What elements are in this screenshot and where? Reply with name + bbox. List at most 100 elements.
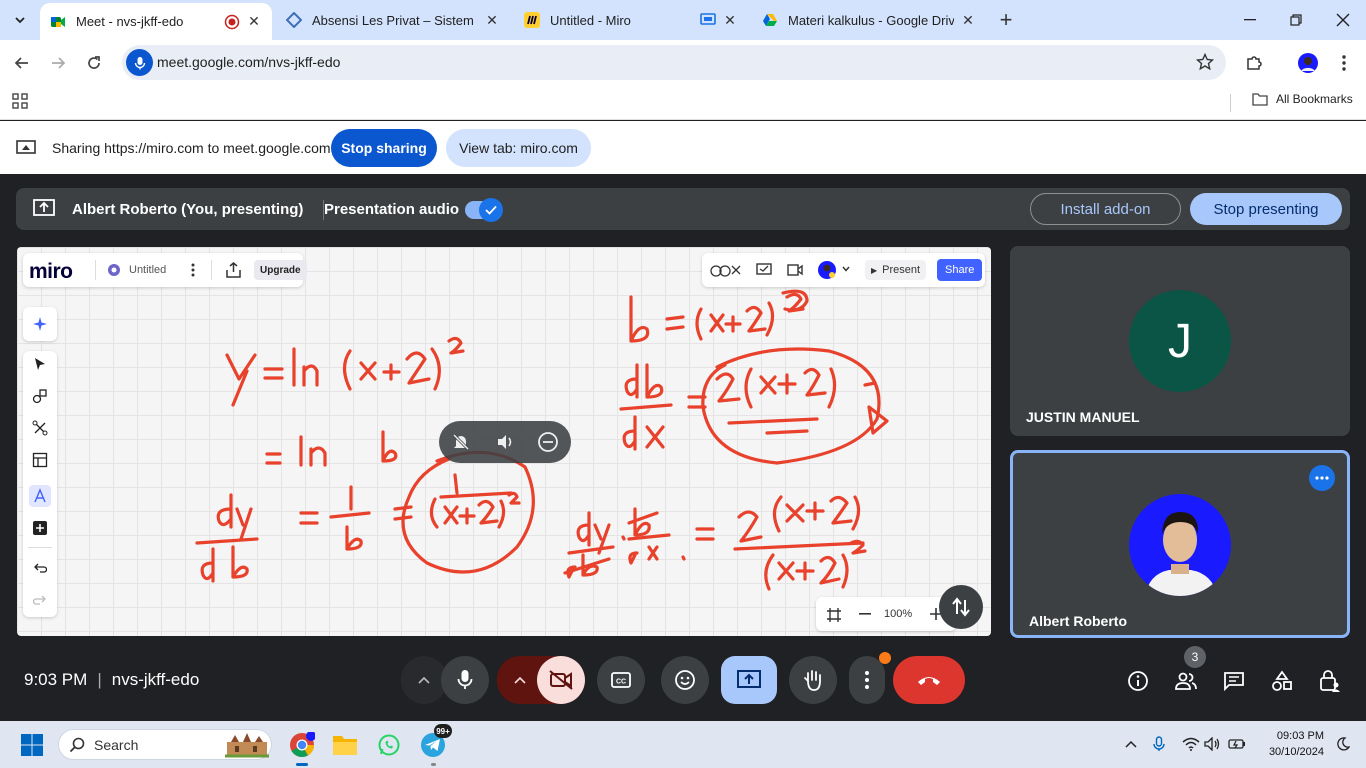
presentation-audio-label: Presentation audio [324, 201, 460, 218]
address-bar[interactable]: meet.google.com/nvs-jkff-edo [122, 45, 1226, 80]
chrome-menu-button[interactable] [1332, 51, 1356, 75]
volume-button[interactable] [1204, 735, 1222, 753]
participant-count-badge: 3 [1184, 646, 1206, 668]
view-tab-button[interactable]: View tab: miro.com [446, 129, 591, 167]
show-hidden-icons-button[interactable] [1122, 735, 1140, 753]
recording-icon [224, 14, 240, 29]
volume-button[interactable] [493, 430, 517, 454]
taskbar-search[interactable]: Search [58, 729, 272, 760]
chrome-taskbar-app[interactable] [286, 729, 318, 766]
hand-icon [804, 670, 821, 691]
microphone-in-use-indicator[interactable] [1150, 735, 1168, 753]
forward-button[interactable] [46, 51, 70, 75]
zoom-level[interactable]: 100% [884, 608, 912, 620]
shared-miro-board: miro Untitled Upgrade ▶ Present Share 10… [17, 247, 991, 636]
profile-button[interactable] [1296, 51, 1320, 75]
participant-tile-justin[interactable]: J JUSTIN MANUEL [1010, 246, 1350, 436]
svg-text:CC: CC [616, 679, 626, 686]
present-now-button[interactable] [721, 656, 777, 704]
close-tab-icon[interactable]: ✕ [722, 12, 738, 28]
camera-off-icon [549, 670, 573, 690]
more-options-button[interactable] [849, 652, 891, 704]
reload-button[interactable] [82, 51, 106, 75]
unread-badge: 99+ [434, 724, 452, 738]
minimize-button[interactable] [1238, 8, 1262, 32]
whatsapp-taskbar-app[interactable] [373, 729, 405, 761]
avatar [1129, 494, 1231, 596]
toggle-knob [479, 198, 503, 222]
windows-logo-icon [21, 734, 43, 756]
reactions-button[interactable] [661, 656, 709, 704]
frame-icon[interactable] [826, 607, 842, 623]
minimize-overlay-button[interactable] [536, 430, 560, 454]
tab-absensi[interactable]: Absensi Les Privat – Sistem Ruang ✕ [276, 4, 510, 36]
swap-tiles-button[interactable] [939, 585, 983, 629]
browser-tab-strip: Meet - nvs-jkff-edo ✕ Absensi Les Privat… [0, 0, 1366, 40]
lock-person-icon [1320, 670, 1340, 692]
leave-call-button[interactable] [893, 656, 965, 704]
miro-icon [524, 12, 540, 28]
present-screen-icon [33, 199, 55, 216]
host-controls-button[interactable] [1317, 668, 1343, 694]
do-not-disturb-button[interactable] [1334, 735, 1352, 753]
close-tab-icon[interactable]: ✕ [246, 13, 262, 30]
whatsapp-icon [378, 734, 400, 756]
stop-presenting-button[interactable]: Stop presenting [1190, 193, 1342, 225]
more-horizontal-icon [1315, 476, 1329, 480]
system-clock[interactable]: 09:03 PM 30/10/2024 [1269, 728, 1324, 760]
restore-button[interactable] [1284, 8, 1308, 32]
meeting-details-button[interactable] [1125, 668, 1151, 694]
participant-options-button[interactable] [1309, 465, 1335, 491]
camera-button[interactable] [537, 656, 585, 704]
zoom-out-icon[interactable] [859, 613, 871, 615]
checkmark-icon [485, 205, 497, 215]
search-highlight-image [225, 733, 269, 758]
raise-hand-button[interactable] [789, 656, 837, 704]
microphone-icon [134, 56, 145, 69]
presentation-audio-toggle[interactable] [465, 198, 503, 222]
participant-name: Albert Roberto [1029, 613, 1127, 629]
close-window-button[interactable] [1331, 8, 1355, 32]
tab-search-button[interactable] [6, 6, 34, 34]
battery-button[interactable] [1228, 735, 1246, 753]
extensions-button[interactable] [1242, 51, 1266, 75]
participant-tile-albert[interactable]: Albert Roberto [1010, 450, 1350, 638]
apps-grid-icon [12, 93, 28, 109]
all-bookmarks-button[interactable]: All Bookmarks [1252, 92, 1353, 106]
activities-button[interactable] [1269, 668, 1295, 694]
network-button[interactable] [1182, 735, 1200, 753]
start-button[interactable] [16, 729, 48, 761]
apps-button[interactable] [12, 93, 28, 114]
chrome-icon [290, 732, 315, 758]
people-button[interactable] [1173, 668, 1199, 694]
back-button[interactable] [10, 51, 34, 75]
meeting-code: nvs-jkff-edo [111, 670, 200, 689]
tab-meet[interactable]: Meet - nvs-jkff-edo ✕ [40, 3, 272, 40]
microphone-icon [457, 670, 473, 689]
avatar: J [1129, 290, 1231, 392]
speaker-icon [1204, 737, 1220, 751]
telegram-taskbar-app[interactable]: 99+ [417, 724, 452, 766]
captions-button[interactable]: CC [597, 656, 645, 704]
bookmarks-bar: All Bookmarks [0, 86, 1366, 120]
clock-date: 30/10/2024 [1268, 746, 1324, 758]
search-icon [69, 737, 85, 753]
file-explorer-taskbar-app[interactable] [329, 729, 361, 761]
more-vertical-icon [865, 671, 869, 689]
shapes-icon [1272, 670, 1292, 691]
chat-button[interactable] [1221, 668, 1247, 694]
new-tab-button[interactable]: + [995, 9, 1017, 32]
bookmark-star-icon[interactable] [1196, 53, 1214, 71]
presenter-title: Albert Roberto (You, presenting) [72, 201, 304, 218]
mute-notifications-button[interactable] [449, 430, 473, 454]
stop-sharing-button[interactable]: Stop sharing [331, 129, 437, 167]
tab-google-drive[interactable]: Materi kalkulus - Google Drive ✕ [752, 4, 986, 36]
tab-miro[interactable]: Untitled - Miro ✕ [514, 4, 748, 36]
arrow-right-icon [52, 57, 66, 69]
close-tab-icon[interactable]: ✕ [484, 12, 500, 28]
meeting-info: 9:03 PM | nvs-jkff-edo [24, 670, 199, 690]
close-tab-icon[interactable]: ✕ [960, 12, 976, 28]
microphone-button[interactable] [441, 656, 489, 704]
install-addon-button[interactable]: Install add-on [1030, 193, 1181, 225]
site-info-button[interactable] [126, 49, 153, 76]
